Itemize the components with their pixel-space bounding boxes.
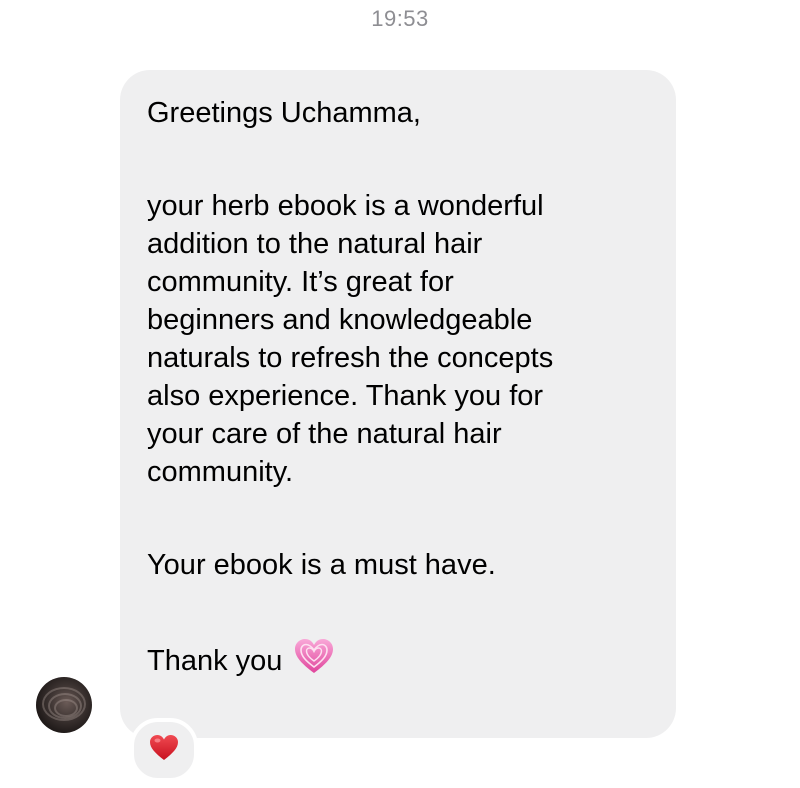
- message-closing-line: Thank you: [147, 638, 650, 677]
- message-body-line: naturals to refresh the concepts: [147, 342, 554, 374]
- message-highlight: Your ebook is a must have.: [147, 549, 496, 581]
- message-body-line: your herb ebook is a wonderful: [147, 190, 544, 222]
- message-body-line: community.: [147, 456, 294, 488]
- message-body-line: community. It’s great for: [147, 266, 454, 298]
- message-closing: Thank you: [147, 645, 283, 677]
- sender-avatar[interactable]: [36, 677, 92, 733]
- message-timestamp: 19:53: [371, 6, 429, 31]
- sparkling-pink-heart-icon: [294, 638, 334, 686]
- avatar-texture: [54, 699, 78, 717]
- message-body-line: your care of the natural hair: [147, 418, 502, 450]
- message-body-line: addition to the natural hair: [147, 228, 483, 260]
- reaction-badge[interactable]: [130, 718, 198, 782]
- message-greeting: Greetings Uchamma,: [147, 97, 421, 129]
- message-bubble[interactable]: Greetings Uchamma, your herb ebook is a …: [120, 70, 676, 738]
- message-body-line: beginners and knowledgeable: [147, 304, 533, 336]
- red-heart-icon: [149, 734, 179, 767]
- message-body-line: also experience. Thank you for: [147, 380, 544, 412]
